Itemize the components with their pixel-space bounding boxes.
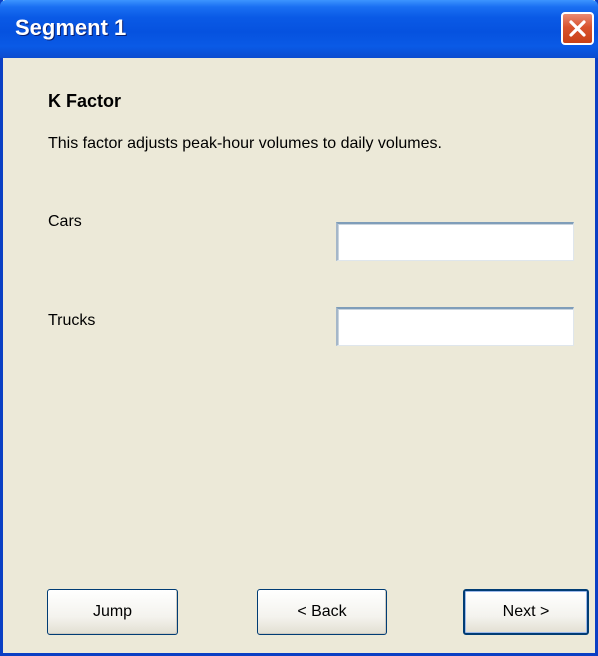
cars-label: Cars (48, 213, 82, 230)
window-title: Segment 1 (15, 15, 127, 40)
title-bar[interactable]: Segment 1 (0, 0, 598, 58)
close-icon (569, 20, 586, 37)
trucks-label: Trucks (48, 312, 96, 329)
trucks-input[interactable] (336, 307, 574, 346)
close-button[interactable] (561, 12, 594, 45)
next-button[interactable]: Next > (463, 589, 589, 635)
jump-button[interactable]: Jump (47, 589, 178, 635)
cars-input[interactable] (336, 222, 574, 261)
back-button[interactable]: < Back (257, 589, 387, 635)
page-heading: K Factor (48, 91, 122, 111)
page-description: This factor adjusts peak-hour volumes to… (48, 135, 442, 152)
dialog-window: Segment 1 K Factor This factor adjusts p… (0, 0, 598, 656)
